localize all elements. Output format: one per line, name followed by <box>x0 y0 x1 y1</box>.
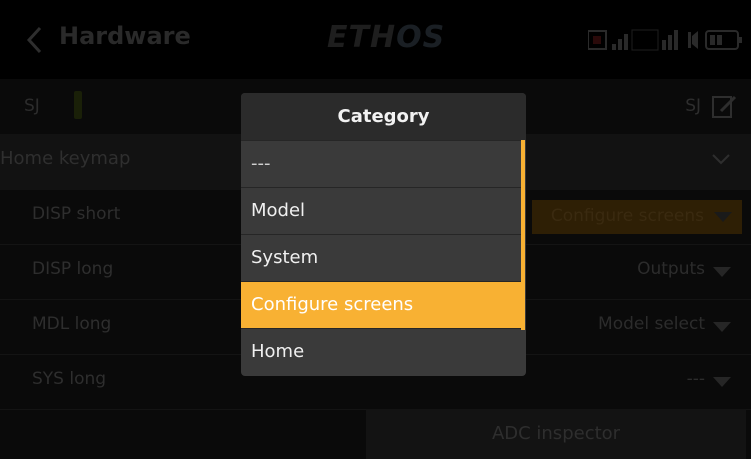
status-bar <box>588 29 742 51</box>
value-text: Configure screens <box>550 206 704 226</box>
row-value[interactable]: Model select <box>598 314 705 334</box>
brand-accent: OS <box>396 20 446 55</box>
category-popup: Category --- Model System Configure scre… <box>241 93 526 376</box>
option-label: System <box>251 247 319 268</box>
row-value[interactable]: Outputs <box>637 259 705 279</box>
brand-logo: ETHOS <box>327 20 445 55</box>
option-home[interactable]: Home <box>241 328 521 376</box>
adc-inspector-button[interactable]: ADC inspector <box>366 409 746 459</box>
caret-down-icon <box>713 267 731 277</box>
option-configure-screens[interactable]: Configure screens <box>241 281 521 329</box>
option-label: Home <box>251 341 305 362</box>
row-label: SYS long <box>32 369 107 389</box>
option-none[interactable]: --- <box>241 140 521 188</box>
row-label: MDL long <box>32 314 112 334</box>
header: Hardware ETHOS <box>0 0 751 79</box>
screen: Hardware ETHOS SJ SJ Home keymap DISP sh… <box>0 0 751 459</box>
brand-main: ETH <box>327 20 397 55</box>
signal-bars-icon <box>612 29 678 51</box>
switch-indicator <box>74 91 82 119</box>
caret-down-icon <box>713 322 731 332</box>
edit-icon[interactable] <box>711 93 737 119</box>
record-icon <box>588 30 607 50</box>
option-label: Model <box>251 200 306 221</box>
option-label: Configure screens <box>251 294 414 315</box>
button-label: ADC inspector <box>491 423 621 444</box>
option-model[interactable]: Model <box>241 187 521 235</box>
caret-down-icon <box>714 212 732 222</box>
caret-down-icon <box>713 377 731 387</box>
popup-scrollbar[interactable] <box>521 140 525 330</box>
switch-label-left: SJ <box>24 96 40 116</box>
chevron-down-icon[interactable] <box>711 152 731 166</box>
row-label: DISP short <box>32 204 121 224</box>
page-title: Hardware <box>59 22 191 50</box>
volume-icon <box>688 31 698 49</box>
option-system[interactable]: System <box>241 234 521 282</box>
section-label: Home keymap <box>0 148 131 169</box>
chevron-left-icon[interactable] <box>24 26 46 54</box>
row-value[interactable]: --- <box>687 369 705 389</box>
disp-short-value[interactable]: Configure screens <box>532 200 742 234</box>
popup-title: Category <box>241 93 526 140</box>
option-label: --- <box>251 153 271 174</box>
switch-value[interactable]: SJ <box>685 96 701 116</box>
battery-icon <box>705 30 742 50</box>
row-label: DISP long <box>32 259 114 279</box>
